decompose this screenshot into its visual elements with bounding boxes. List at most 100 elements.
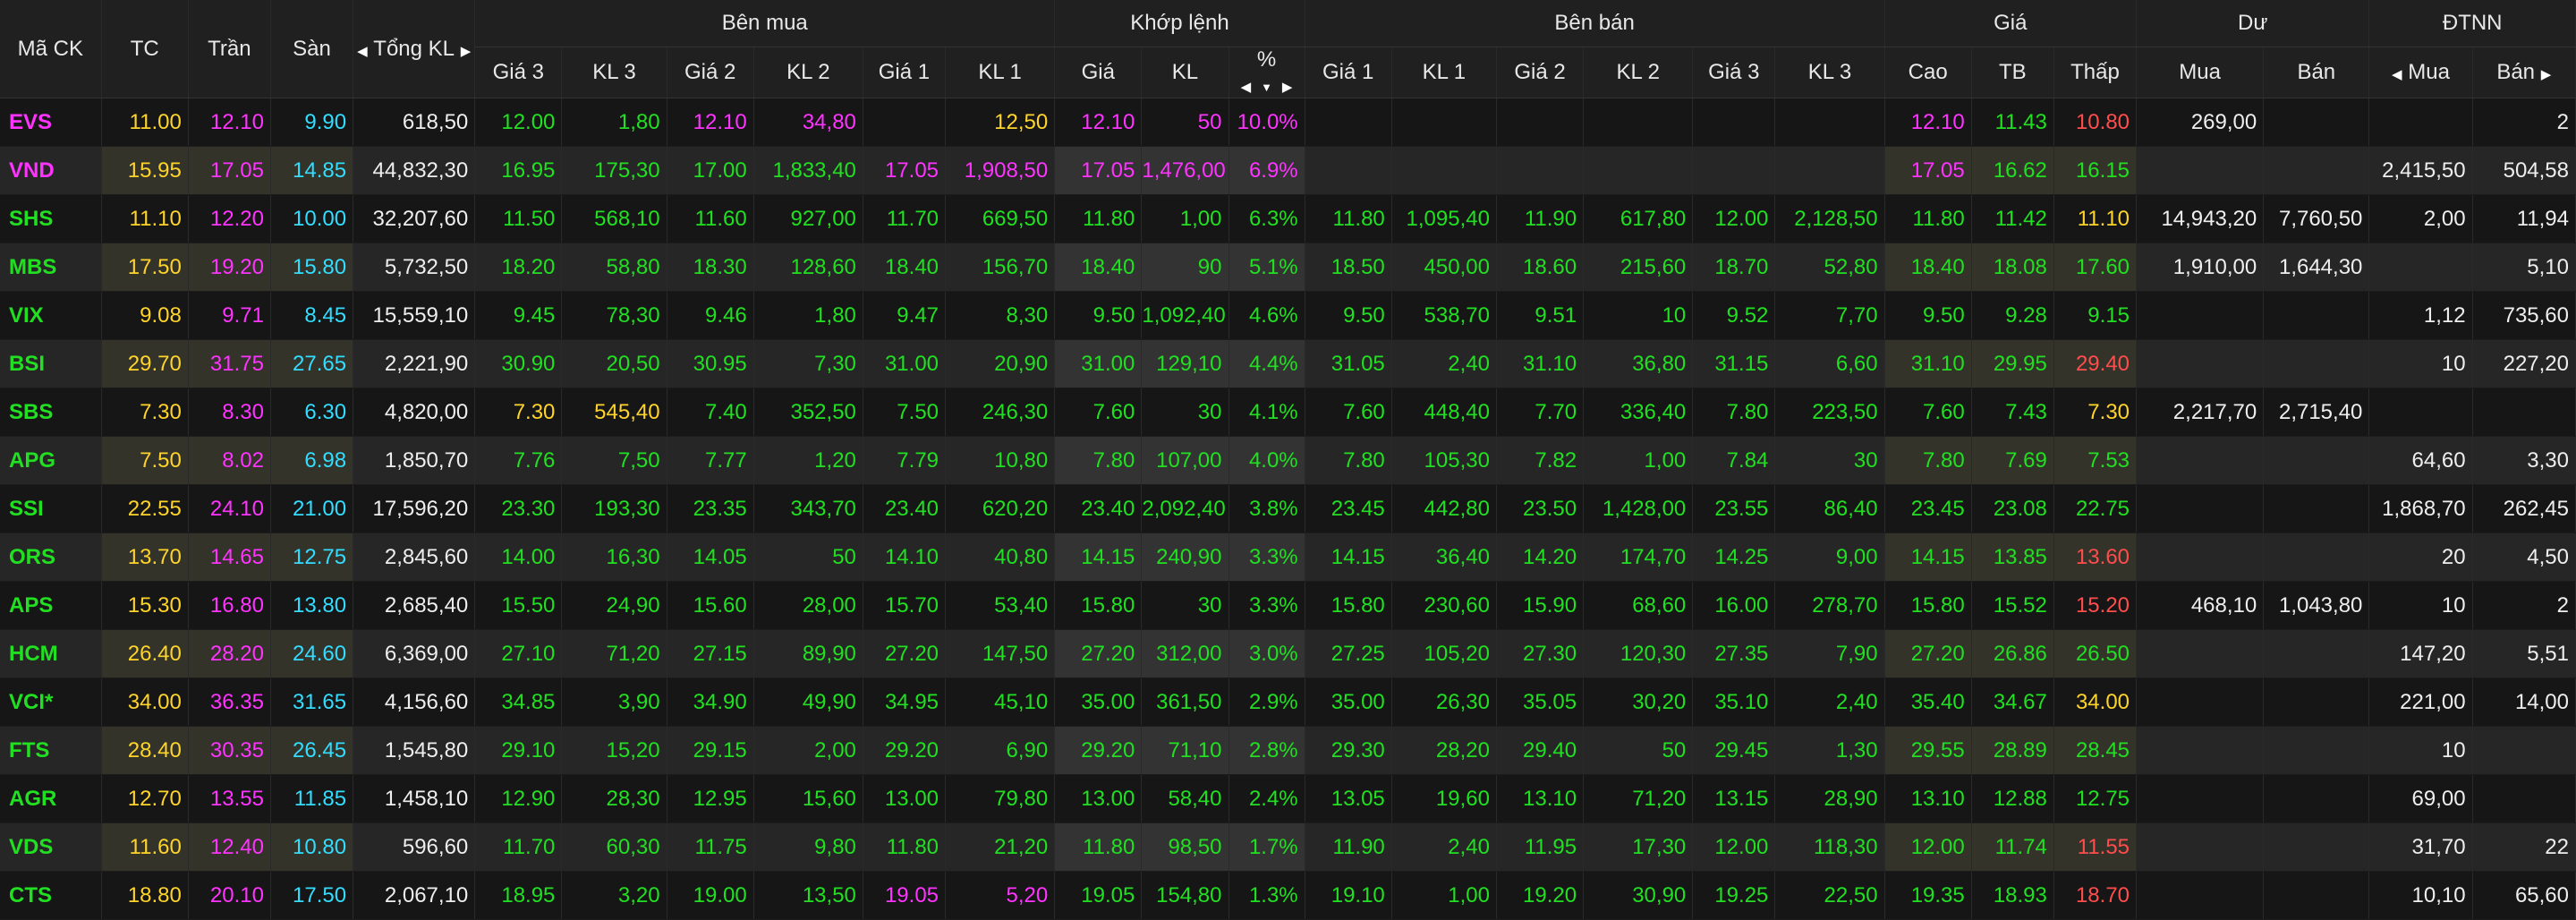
ask-price-1-header[interactable]: Giá 1: [1305, 47, 1392, 98]
avg-price-header[interactable]: TB: [1971, 47, 2054, 98]
bid-price-2-header[interactable]: Giá 2: [667, 47, 754, 98]
ask-price-1-cell: 11.80: [1305, 194, 1392, 243]
table-row[interactable]: ORS 13.70 14.65 12.75 2,845,60 14.00 16,30 14.0…: [0, 532, 2576, 582]
table-row[interactable]: APG 7.50 8.02 6.98 1,850,70 7.76 7,50 7.77 1,20 7…: [0, 436, 2576, 485]
match-vol-cell: 30: [1141, 581, 1229, 630]
ask-price-3-header[interactable]: Giá 3: [1692, 47, 1776, 98]
table-row[interactable]: VDS 11.60 12.40 10.80 596,60 11.70 60,30 11.75 9…: [0, 822, 2576, 872]
table-row[interactable]: VIX 9.08 9.71 8.45 15,559,10 9.45 78,30 9.46 1,8…: [0, 291, 2576, 340]
ask-vol-2-cell: [1583, 98, 1694, 147]
bid-vol-2-cell: 28,00: [753, 581, 863, 630]
symbol-cell[interactable]: AGR: [0, 774, 102, 823]
board-body: EVS 11.00 12.10 9.90 618,50 12.00 1,80 12.10 34,…: [0, 98, 2576, 920]
ask-vol-2-cell: 1,00: [1583, 436, 1694, 485]
symbol-header[interactable]: Mã CK: [0, 0, 102, 98]
ask-price-3-cell: [1692, 146, 1776, 195]
ceiling-price-header[interactable]: Trần: [188, 0, 271, 98]
high-price-header[interactable]: Cao: [1884, 47, 1972, 98]
ask-vol-2-cell: 36,80: [1583, 339, 1694, 388]
match-vol-cell: 58,40: [1141, 774, 1229, 823]
match-price-cell: 15.80: [1054, 581, 1143, 630]
table-row[interactable]: BSI 29.70 31.75 27.65 2,221,90 30.90 20,50 30.9…: [0, 339, 2576, 388]
bid-vol-1-header[interactable]: KL 1: [945, 47, 1056, 98]
symbol-cell[interactable]: SBS: [0, 388, 102, 437]
symbol-cell[interactable]: ORS: [0, 532, 102, 582]
bid-vol-2-cell: 7,30: [753, 339, 863, 388]
table-row[interactable]: HCM 26.40 28.20 24.60 6,369,00 27.10 71,20 27.1…: [0, 629, 2576, 678]
arrow-left-icon[interactable]: ◀: [2392, 67, 2402, 82]
remain-buy-header[interactable]: Mua: [2136, 47, 2265, 98]
arrow-left-icon[interactable]: ◀: [357, 44, 368, 59]
table-row[interactable]: EVS 11.00 12.10 9.90 618,50 12.00 1,80 12.10 34,…: [0, 98, 2576, 147]
foreign-buy-cell: 2,415,50: [2368, 146, 2473, 195]
symbol-cell[interactable]: SSI: [0, 484, 102, 533]
ask-price-2-cell: 9.51: [1496, 291, 1585, 340]
symbol-cell[interactable]: HCM: [0, 629, 102, 678]
bid-price-3-header[interactable]: Giá 3: [474, 47, 563, 98]
match-vol-header[interactable]: KL: [1141, 47, 1229, 98]
bid-price-1-header[interactable]: Giá 1: [863, 47, 947, 98]
symbol-cell[interactable]: FTS: [0, 726, 102, 775]
sort-desc-icon[interactable]: ▼: [1261, 81, 1272, 94]
floor-price-cell: 8.45: [270, 291, 354, 340]
symbol-cell[interactable]: CTS: [0, 871, 102, 920]
match-pct-header[interactable]: ◀ % ▼ ▶: [1228, 47, 1305, 98]
remain-sell-header[interactable]: Bán: [2263, 47, 2370, 98]
foreign-sell-header[interactable]: Bán ▶: [2472, 47, 2576, 98]
table-row[interactable]: VND 15.95 17.05 14.85 44,832,30 16.95 175,30 17…: [0, 146, 2576, 195]
bid-vol-1-cell: 156,70: [945, 243, 1056, 292]
arrow-right-icon[interactable]: ▶: [2541, 67, 2552, 82]
remain-sell-cell: [2263, 291, 2370, 340]
low-price-header[interactable]: Thấp: [2053, 47, 2138, 98]
symbol-cell[interactable]: EVS: [0, 98, 102, 147]
symbol-cell[interactable]: VCI*: [0, 677, 102, 727]
low-price-cell: 15.20: [2053, 581, 2138, 630]
symbol-cell[interactable]: MBS: [0, 243, 102, 292]
arrow-right-icon[interactable]: ▶: [461, 44, 472, 59]
table-row[interactable]: FTS 28.40 30.35 26.45 1,545,80 29.10 15,20 29.1…: [0, 726, 2576, 775]
bid-vol-3-header[interactable]: KL 3: [561, 47, 667, 98]
bid-price-2-cell: 17.00: [667, 146, 754, 195]
ask-vol-3-header[interactable]: KL 3: [1774, 47, 1885, 98]
symbol-cell[interactable]: VND: [0, 146, 102, 195]
ask-vol-1-header[interactable]: KL 1: [1391, 47, 1497, 98]
floor-price-header[interactable]: Sàn: [270, 0, 354, 98]
table-row[interactable]: SBS 7.30 8.30 6.30 4,820,00 7.30 545,40 7.40 352…: [0, 388, 2576, 437]
foreign-buy-cell: 10: [2368, 581, 2473, 630]
match-price-cell: 18.40: [1054, 243, 1143, 292]
arrow-right-icon[interactable]: ▶: [1282, 80, 1293, 95]
bid-price-2-cell: 12.95: [667, 774, 754, 823]
match-price-header[interactable]: Giá: [1054, 47, 1143, 98]
ask-price-1-cell: [1305, 98, 1392, 147]
bid-vol-2-header[interactable]: KL 2: [753, 47, 863, 98]
symbol-cell[interactable]: APS: [0, 581, 102, 630]
symbol-cell[interactable]: APG: [0, 436, 102, 485]
ask-price-2-header[interactable]: Giá 2: [1496, 47, 1585, 98]
table-row[interactable]: AGR 12.70 13.55 11.85 1,458,10 12.90 28,30 12.9…: [0, 774, 2576, 823]
table-row[interactable]: APS 15.30 16.80 13.80 2,685,40 15.50 24,90 15.6…: [0, 581, 2576, 630]
ref-price-cell: 28.40: [101, 726, 189, 775]
foreign-buy-header[interactable]: ◀ Mua: [2368, 47, 2473, 98]
low-price-cell: 11.55: [2053, 822, 2138, 872]
ask-price-3-cell: 16.00: [1692, 581, 1776, 630]
bid-vol-1-cell: 53,40: [945, 581, 1056, 630]
price-group-header: Giá: [1884, 0, 2138, 47]
remain-sell-cell: [2263, 532, 2370, 582]
total-volume-cell: 2,845,60: [353, 532, 476, 582]
table-row[interactable]: SSI 22.55 24.10 21.00 17,596,20 23.30 193,30 23…: [0, 484, 2576, 533]
arrow-left-icon[interactable]: ◀: [1241, 80, 1252, 95]
table-row[interactable]: SHS 11.10 12.20 10.00 32,207,60 11.50 568,10 11…: [0, 194, 2576, 243]
ref-price-header[interactable]: TC: [101, 0, 189, 98]
ceiling-price-cell: 12.20: [188, 194, 271, 243]
symbol-cell[interactable]: VIX: [0, 291, 102, 340]
total-volume-header[interactable]: ◀ Tổng KL ▶: [353, 0, 476, 98]
table-row[interactable]: MBS 17.50 19.20 15.80 5,732,50 18.20 58,80 18.3…: [0, 243, 2576, 292]
ask-vol-2-cell: 50: [1583, 726, 1694, 775]
symbol-cell[interactable]: VDS: [0, 822, 102, 872]
total-volume-cell: 44,832,30: [353, 146, 476, 195]
table-row[interactable]: VCI* 34.00 36.35 31.65 4,156,60 34.85 3,90 34.9…: [0, 677, 2576, 727]
ask-vol-2-header[interactable]: KL 2: [1583, 47, 1694, 98]
table-row[interactable]: CTS 18.80 20.10 17.50 2,067,10 18.95 3,20 19.00…: [0, 871, 2576, 920]
symbol-cell[interactable]: SHS: [0, 194, 102, 243]
symbol-cell[interactable]: BSI: [0, 339, 102, 388]
